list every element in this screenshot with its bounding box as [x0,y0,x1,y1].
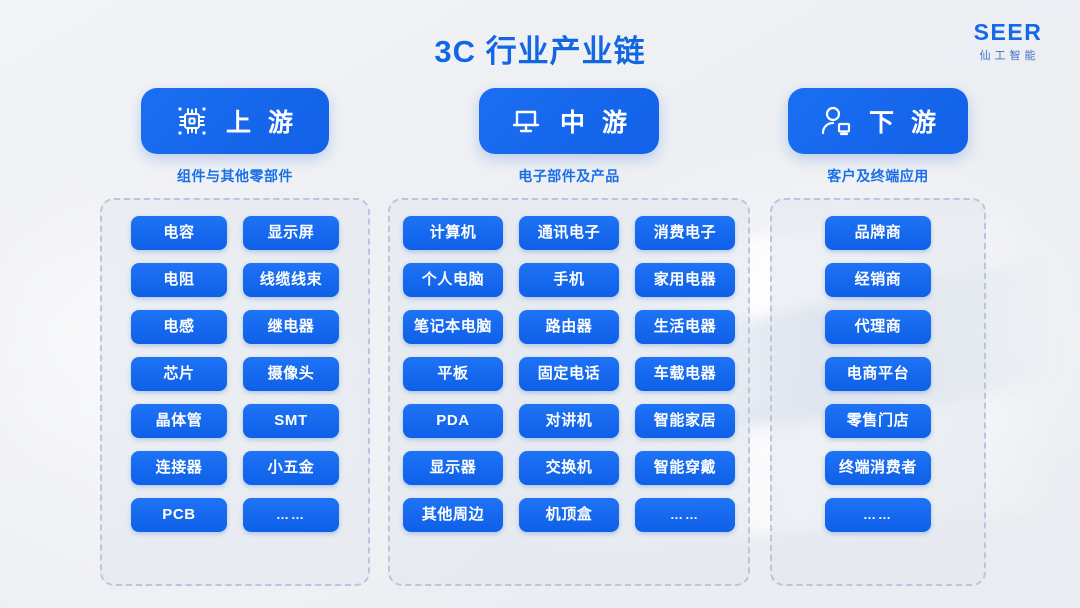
stage-header-downstream[interactable]: 下 游 [788,88,968,154]
item-row: 其他周边 机顶盒 …… [403,498,735,532]
item-chip[interactable]: PDA [403,404,503,438]
item-chip[interactable]: 代理商 [825,310,931,344]
item-chip[interactable]: 计算机 [403,216,503,250]
column-downstream: 下 游 客户及终端应用 品牌商 经销商 代理商 电商平台 零售门店 终端消费者 … [770,88,986,586]
item-chip[interactable]: 电感 [131,310,227,344]
item-chip[interactable]: 芯片 [131,357,227,391]
item-chip[interactable]: 平板 [403,357,503,391]
slide-canvas: 3C 行业产业链 SEER 仙工智能 上 游 组件与其他零部件 电容 显示屏 电… [0,0,1080,608]
item-row: 零售门店 [825,404,931,438]
item-chip[interactable]: 对讲机 [519,404,619,438]
item-row: 终端消费者 [825,451,931,485]
stage-subtitle-midstream: 电子部件及产品 [518,168,620,184]
item-row: 芯片 摄像头 [131,357,339,391]
item-chip[interactable]: 经销商 [825,263,931,297]
item-chip[interactable]: 显示器 [403,451,503,485]
item-chip[interactable]: 车载电器 [635,357,735,391]
item-chip[interactable]: 路由器 [519,310,619,344]
item-row: 连接器 小五金 [131,451,339,485]
stage-subtitle-downstream: 客户及终端应用 [827,168,929,184]
item-chip[interactable]: 其他周边 [403,498,503,532]
item-chip[interactable]: 线缆线束 [243,263,339,297]
item-chip[interactable]: 智能家居 [635,404,735,438]
stage-label-downstream: 下 游 [869,109,941,137]
item-chip[interactable]: 摄像头 [243,357,339,391]
page-title: 3C 行业产业链 [434,34,646,69]
column-upstream: 上 游 组件与其他零部件 电容 显示屏 电阻 线缆线束 电感 继电器 芯片 摄像… [100,88,370,586]
item-chip-more[interactable]: …… [243,498,339,532]
items-container-upstream: 电容 显示屏 电阻 线缆线束 电感 继电器 芯片 摄像头 晶体管 SMT 连接器… [100,198,370,586]
item-row: 电商平台 [825,357,931,391]
stage-label-midstream: 中 游 [560,109,632,137]
user-device-icon [815,101,855,141]
item-chip[interactable]: 小五金 [243,451,339,485]
item-chip[interactable]: 个人电脑 [403,263,503,297]
item-chip[interactable]: SMT [243,404,339,438]
item-row: 显示器 交换机 智能穿戴 [403,451,735,485]
column-midstream: 中 游 电子部件及产品 计算机 通讯电子 消费电子 个人电脑 手机 家用电器 笔… [388,88,750,586]
logo-wordmark: SEER [973,19,1043,45]
item-chip[interactable]: 机顶盒 [519,498,619,532]
item-row: 品牌商 [825,216,931,250]
stage-header-midstream[interactable]: 中 游 [479,88,659,154]
monitor-icon [506,101,546,141]
item-chip[interactable]: 智能穿戴 [635,451,735,485]
item-row: PDA 对讲机 智能家居 [403,404,735,438]
item-chip[interactable]: 品牌商 [825,216,931,250]
item-chip[interactable]: 晶体管 [131,404,227,438]
item-chip[interactable]: 终端消费者 [825,451,931,485]
item-chip[interactable]: 连接器 [131,451,227,485]
items-container-downstream: 品牌商 经销商 代理商 电商平台 零售门店 终端消费者 …… [770,198,986,586]
item-row: PCB …… [131,498,339,532]
item-chip-more[interactable]: …… [825,498,931,532]
item-row: 平板 固定电话 车载电器 [403,357,735,391]
item-chip[interactable]: 笔记本电脑 [403,310,503,344]
item-row: 晶体管 SMT [131,404,339,438]
item-row: 笔记本电脑 路由器 生活电器 [403,310,735,344]
item-row: 电容 显示屏 [131,216,339,250]
item-chip[interactable]: 电商平台 [825,357,931,391]
item-chip-more[interactable]: …… [635,498,735,532]
item-chip[interactable]: 电容 [131,216,227,250]
stage-header-upstream[interactable]: 上 游 [141,88,329,154]
item-chip[interactable]: 电阻 [131,263,227,297]
item-chip[interactable]: PCB [131,498,227,532]
logo-subtitle: 仙工智能 [979,50,1040,63]
item-chip[interactable]: 零售门店 [825,404,931,438]
item-chip[interactable]: 家用电器 [635,263,735,297]
item-chip[interactable]: 显示屏 [243,216,339,250]
stage-subtitle-upstream: 组件与其他零部件 [177,168,293,184]
item-chip[interactable]: 消费电子 [635,216,735,250]
item-chip[interactable]: 交换机 [519,451,619,485]
item-chip[interactable]: 手机 [519,263,619,297]
item-row: 经销商 [825,263,931,297]
item-row: …… [825,498,931,532]
stage-label-upstream: 上 游 [226,109,298,137]
item-row: 电感 继电器 [131,310,339,344]
item-chip[interactable]: 继电器 [243,310,339,344]
item-chip[interactable]: 固定电话 [519,357,619,391]
item-row: 个人电脑 手机 家用电器 [403,263,735,297]
item-chip[interactable]: 通讯电子 [519,216,619,250]
item-row: 计算机 通讯电子 消费电子 [403,216,735,250]
item-row: 电阻 线缆线束 [131,263,339,297]
brand-logo: SEER 仙工智能 [956,20,1060,63]
chip-icon [172,101,212,141]
items-container-midstream: 计算机 通讯电子 消费电子 个人电脑 手机 家用电器 笔记本电脑 路由器 生活电… [388,198,750,586]
supply-chain-columns: 上 游 组件与其他零部件 电容 显示屏 电阻 线缆线束 电感 继电器 芯片 摄像… [0,88,1080,588]
item-row: 代理商 [825,310,931,344]
item-chip[interactable]: 生活电器 [635,310,735,344]
